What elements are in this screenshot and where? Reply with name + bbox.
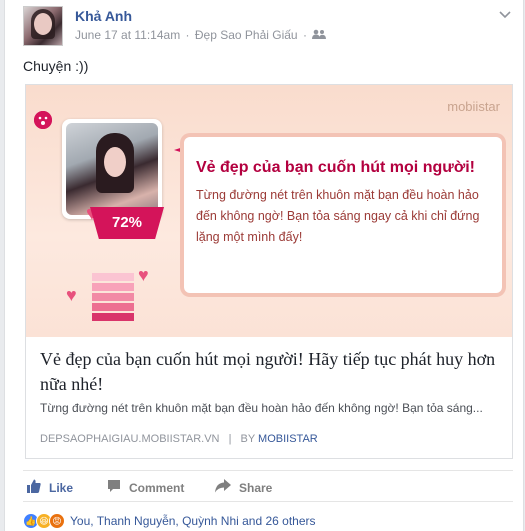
post-card: Khả Anh June 17 at 11:14am · Đẹp Sao Phả… [4, 0, 524, 531]
by-source[interactable]: MOBIISTAR [258, 433, 318, 445]
friends-icon[interactable] [312, 28, 327, 42]
heart-icon: ♥ [138, 265, 149, 285]
status-text: Chuyện :)) [23, 58, 89, 74]
result-body: Từng đường nét trên khuôn mặt bạn đều ho… [196, 188, 480, 244]
link-preview[interactable]: mobiistar ♥ 72% ♥ ♥ Vẻ đẹp của bạn cuốn … [25, 84, 513, 459]
thumbs-up-icon [27, 479, 41, 496]
share-arrow-icon [215, 479, 231, 496]
chevron-down-icon[interactable] [499, 6, 511, 22]
share-button[interactable]: Share [215, 479, 272, 496]
comment-icon [107, 479, 121, 496]
post-time[interactable]: June 17 at 11:14am [75, 28, 180, 42]
link-description: Từng đường nét trên khuôn mặt bạn đều ho… [40, 401, 483, 415]
post-location[interactable]: Đẹp Sao Phải Giấu [195, 28, 298, 42]
post-meta: June 17 at 11:14am · Đẹp Sao Phải Giấu · [75, 28, 328, 42]
action-bar: Like Comment Share [23, 470, 513, 502]
link-banner-image[interactable]: mobiistar ♥ 72% ♥ ♥ Vẻ đẹp của bạn cuốn … [26, 85, 512, 337]
link-title[interactable]: Vẻ đẹp của bạn cuốn hút mọi người! Hãy t… [40, 347, 500, 397]
link-source: DEPSAOPHAIGIAU.MOBIISTAR.VN | BY MOBIIST… [40, 433, 318, 445]
angry-reaction-icon: 😡 [49, 513, 65, 529]
by-label: BY [240, 433, 255, 445]
meta-separator: · [185, 28, 190, 42]
reactions-summary[interactable]: 👍 😆 😡 You, Thanh Nguyễn, Quỳnh Nhi and 2… [23, 512, 513, 530]
comment-button[interactable]: Comment [107, 479, 184, 496]
result-headline: Vẻ đẹp của bạn cuốn hút mọi người! [196, 159, 475, 176]
share-label: Share [239, 480, 273, 495]
brand-logo: mobiistar [447, 99, 500, 114]
profile-photo-frame [62, 119, 162, 219]
like-button[interactable]: Like [27, 479, 73, 496]
reactions-text[interactable]: You, Thanh Nguyễn, Quỳnh Nhi and 26 othe… [70, 514, 316, 528]
like-label: Like [49, 480, 74, 495]
comment-label: Comment [129, 480, 185, 495]
meta-separator: · [302, 28, 307, 42]
source-divider: | [228, 433, 232, 445]
link-domain: DEPSAOPHAIGIAU.MOBIISTAR.VN [40, 433, 220, 445]
post-header: Khả Anh June 17 at 11:14am · Đẹp Sao Phả… [23, 6, 513, 48]
score-bars [92, 273, 134, 323]
result-message-box: Vẻ đẹp của bạn cuốn hút mọi người! Từng … [184, 137, 502, 293]
emoji-icon [34, 111, 52, 129]
score-badge: 72% [90, 207, 164, 239]
heart-icon: ♥ [66, 285, 77, 305]
avatar[interactable] [23, 6, 63, 46]
author-name[interactable]: Khả Anh [75, 8, 132, 24]
